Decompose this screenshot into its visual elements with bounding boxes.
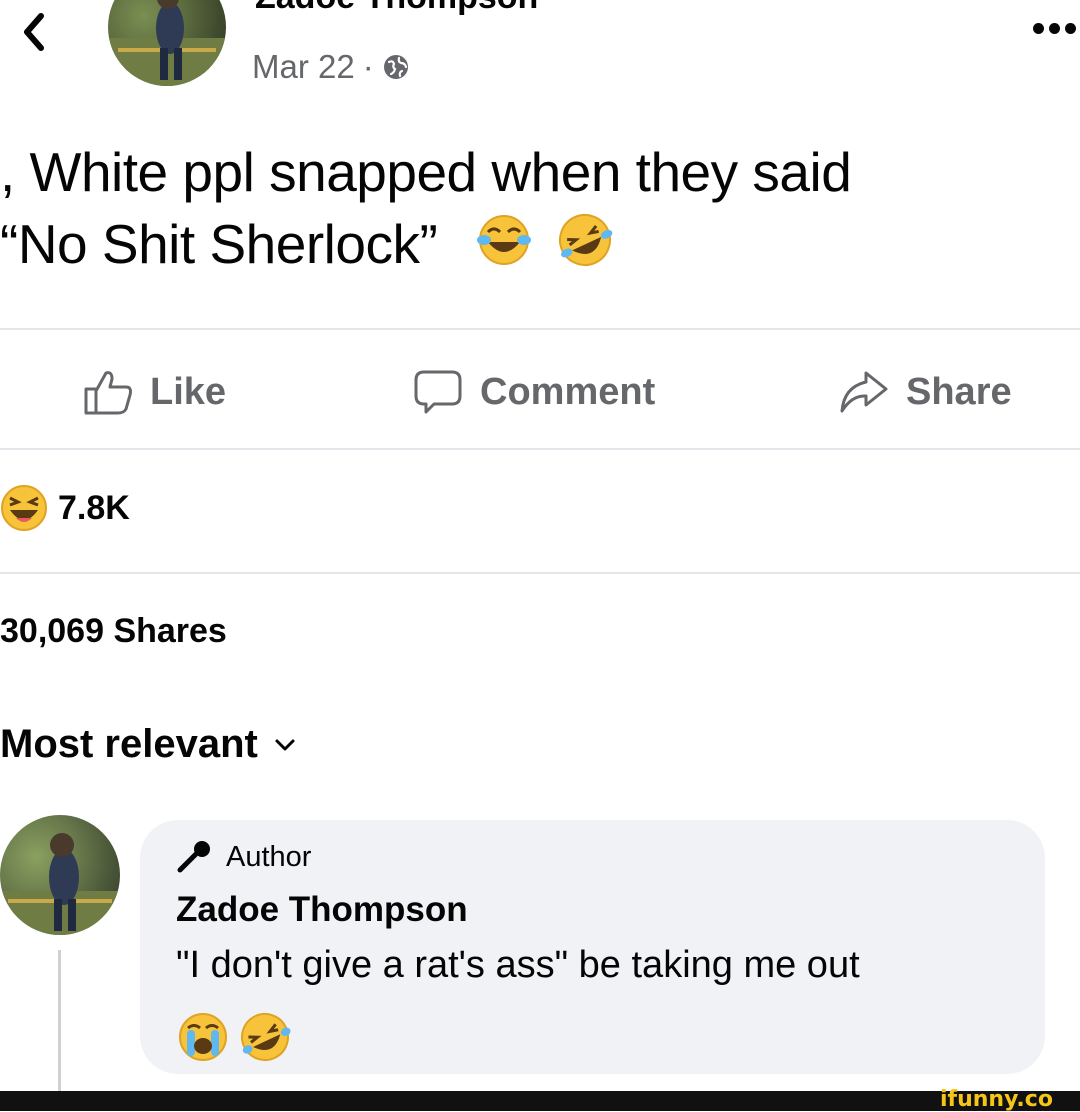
loudly-crying-face-icon bbox=[179, 1013, 227, 1061]
post-meta: Mar 22 · bbox=[252, 48, 410, 86]
divider bbox=[0, 572, 1080, 574]
sort-dropdown[interactable]: Most relevant bbox=[0, 722, 296, 767]
comment-author-name[interactable]: Zadoe Thompson bbox=[176, 890, 468, 930]
chevron-left-icon bbox=[24, 13, 44, 51]
sort-label: Most relevant bbox=[0, 722, 258, 766]
rolling-on-the-floor-laughing-icon bbox=[553, 210, 617, 287]
globe-icon bbox=[383, 55, 408, 79]
thumbs-up-icon bbox=[84, 371, 132, 415]
more-options-button[interactable] bbox=[1030, 16, 1078, 40]
profile-photo bbox=[0, 833, 120, 935]
watermark-bar bbox=[0, 1091, 1080, 1111]
ellipsis-dot bbox=[1048, 22, 1060, 34]
post-date[interactable]: Mar 22 bbox=[252, 48, 355, 86]
comment-button[interactable]: Comment bbox=[412, 360, 655, 424]
author-badge: Author bbox=[176, 840, 311, 874]
laughing-emoji-icon bbox=[1, 485, 47, 531]
meta-separator: · bbox=[362, 48, 374, 85]
comment-label: Comment bbox=[480, 370, 656, 413]
avatar[interactable] bbox=[108, 0, 226, 86]
share-arrow-icon bbox=[840, 371, 888, 413]
back-button[interactable] bbox=[14, 10, 54, 54]
profile-photo bbox=[108, 0, 226, 86]
microphone-icon bbox=[177, 841, 210, 873]
share-label: Share bbox=[906, 370, 1012, 413]
reaction-summary[interactable]: 7.8K bbox=[0, 484, 130, 532]
rolling-on-the-floor-laughing-icon bbox=[241, 1013, 291, 1061]
like-label: Like bbox=[150, 370, 227, 413]
comment-text: "I don't give a rat's ass" be taking me … bbox=[176, 944, 860, 986]
reaction-count: 7.8K bbox=[58, 488, 130, 527]
post-text-line-2-wrap: “No Shit Sherlock” bbox=[0, 208, 1075, 287]
watermark-logo: ifunny.co bbox=[940, 1087, 1053, 1112]
divider bbox=[0, 448, 1080, 450]
post-author-name[interactable]: Zadoe Thompson bbox=[255, 0, 538, 17]
comment-avatar[interactable] bbox=[0, 815, 120, 935]
ellipsis-icon bbox=[1032, 22, 1044, 34]
like-button[interactable]: Like bbox=[82, 360, 226, 424]
face-with-tears-of-joy-icon bbox=[474, 212, 534, 285]
shares-count[interactable]: 30,069 Shares bbox=[0, 612, 227, 651]
author-badge-label: Author bbox=[226, 840, 312, 873]
post-text-line-2: “No Shit Sherlock” bbox=[0, 213, 438, 275]
comment-emojis bbox=[176, 1010, 294, 1064]
thread-line bbox=[58, 950, 61, 1091]
ellipsis-dot bbox=[1064, 22, 1076, 34]
divider bbox=[0, 328, 1080, 330]
chevron-down-icon bbox=[275, 739, 295, 750]
share-button[interactable]: Share bbox=[838, 360, 1012, 424]
post-text-line-1: , White ppl snapped when they said bbox=[0, 141, 852, 203]
post-text: , White ppl snapped when they said “No S… bbox=[0, 136, 1075, 287]
comment-icon bbox=[414, 370, 462, 414]
